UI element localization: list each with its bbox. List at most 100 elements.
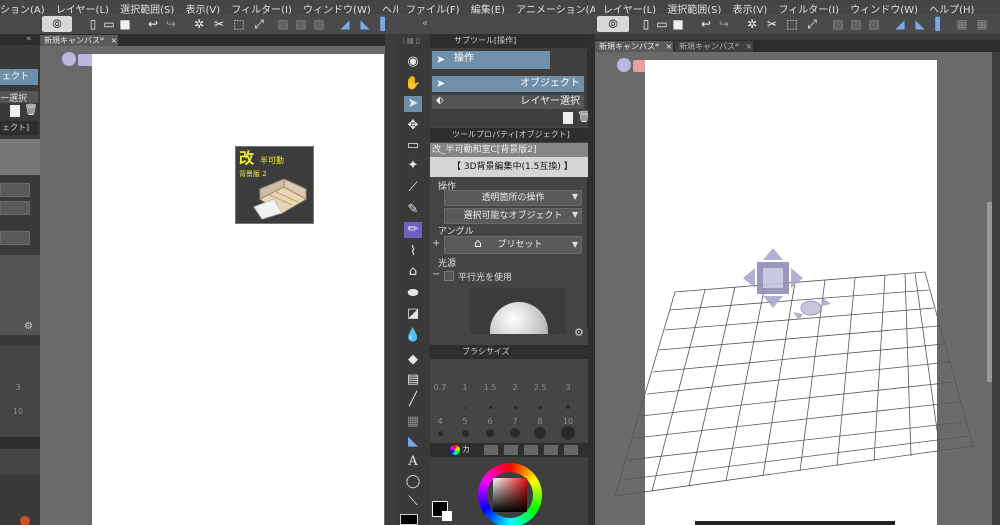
menu-selection[interactable]: 選択範囲(S): [116, 0, 178, 14]
undo-icon[interactable]: ↩: [146, 17, 160, 31]
parallel-light-checkbox[interactable]: [444, 271, 454, 281]
side-wrench-icon[interactable]: ⚙: [24, 321, 38, 333]
eraser-tool-icon[interactable]: ◪: [404, 306, 422, 322]
size-10[interactable]: 10: [558, 417, 578, 426]
extra-icon-right-1[interactable]: ▦: [955, 17, 969, 31]
camera-rotate-icon[interactable]: [62, 52, 76, 66]
spinner-icon[interactable]: ✲: [192, 17, 206, 31]
ruler-snap-icon-right[interactable]: ◢: [893, 17, 907, 31]
left-paper[interactable]: [92, 54, 384, 525]
scale-icon[interactable]: ⤢: [252, 17, 266, 31]
gradient-tool-icon[interactable]: ▤: [404, 372, 422, 388]
main-color-swatch[interactable]: [400, 514, 418, 525]
open-folder-icon-right[interactable]: ▭: [655, 17, 669, 31]
airbrush-tool-icon[interactable]: ⌂: [404, 264, 422, 280]
grid-snap-icon[interactable]: ▌: [378, 17, 392, 31]
size-2[interactable]: 2: [505, 383, 525, 392]
pattern-icon-right-1[interactable]: ▨: [831, 17, 845, 31]
menu-help[interactable]: ヘルプ: [378, 0, 398, 14]
menu-help-right[interactable]: ヘルプ(H): [925, 0, 978, 14]
eyedropper-tool-icon[interactable]: ⟋: [404, 180, 422, 196]
menu-view-right[interactable]: 表示(V): [729, 0, 772, 14]
scale-icon-right[interactable]: ⤢: [805, 17, 819, 31]
menu-window-right[interactable]: ウィンドウ(W): [846, 0, 922, 14]
brush-tool-icon[interactable]: ⌇: [404, 244, 422, 260]
new-subtool-icon[interactable]: [563, 112, 573, 124]
operation-tab[interactable]: 操作: [432, 51, 550, 69]
grid-snap-icon-right[interactable]: ▌: [933, 17, 947, 31]
size-2-5[interactable]: 2.5: [530, 383, 550, 392]
subtool-object[interactable]: オブジェクト: [432, 76, 584, 92]
menu-view[interactable]: 表示(V): [181, 0, 224, 14]
save-icon[interactable]: ■: [118, 17, 132, 31]
size-4[interactable]: 4: [430, 417, 450, 426]
save-icon-right[interactable]: ■: [671, 17, 685, 31]
extra-icon-right-2[interactable]: ▦: [975, 17, 989, 31]
side-new-icon[interactable]: [10, 105, 20, 117]
open-folder-icon[interactable]: ▭: [102, 17, 116, 31]
middle-collapse-arrow[interactable]: «: [422, 18, 428, 29]
side-item-object[interactable]: ェクト: [0, 69, 38, 85]
color-intermediate-tab-icon[interactable]: [544, 445, 558, 455]
light-collapse-icon[interactable]: −: [432, 269, 440, 280]
menu-layer[interactable]: レイヤー(L): [52, 0, 113, 14]
pattern-icon-3[interactable]: ▨: [312, 17, 326, 31]
doc-tab-left[interactable]: 新規キャンバス* ×: [40, 35, 118, 46]
pattern-icon-right-2[interactable]: ▨: [849, 17, 863, 31]
fill-tool-icon[interactable]: ◆: [404, 352, 422, 368]
close-tab-icon-right-2[interactable]: ×: [746, 42, 753, 51]
blend-tool-icon[interactable]: 💧: [404, 328, 422, 344]
frame-tool-icon[interactable]: ▦: [404, 414, 422, 430]
left-collapse-arrow[interactable]: «: [26, 34, 36, 44]
background-color-swatch[interactable]: [442, 511, 452, 521]
operation-tool-icon[interactable]: ➤: [404, 96, 422, 112]
menu-animation-mid[interactable]: アニメーション(A): [512, 0, 595, 14]
pattern-icon-1[interactable]: ▨: [276, 17, 290, 31]
ruler-tool-icon[interactable]: ◣: [404, 434, 422, 450]
preset-dropdown[interactable]: プリセット: [444, 236, 582, 254]
size-6[interactable]: 6: [480, 417, 500, 426]
cut-icon[interactable]: ✂: [212, 17, 226, 31]
color-set-tab-icon[interactable]: [484, 445, 498, 455]
correction-tool-icon[interactable]: ⟍: [404, 494, 422, 510]
zoom-tool-icon[interactable]: ◉: [404, 54, 422, 70]
side-dropdown-2[interactable]: [0, 201, 30, 215]
ruler-snap-icon[interactable]: ◢: [338, 17, 352, 31]
side-trash-icon[interactable]: 🗑: [24, 103, 38, 117]
menu-file[interactable]: ファイル(F): [398, 0, 464, 14]
menu-window[interactable]: ウィンドウ(W): [299, 0, 375, 14]
lasso-tool-icon[interactable]: ✦: [404, 158, 422, 174]
figure-tool-icon[interactable]: ╱: [404, 392, 422, 408]
pencil-tool-icon[interactable]: ✏: [404, 222, 422, 238]
side-dropdown-3[interactable]: [0, 231, 30, 245]
close-tab-icon-right-1[interactable]: ×: [666, 42, 673, 51]
size-3[interactable]: 3: [558, 383, 578, 392]
redo-icon-right[interactable]: ↪: [717, 17, 731, 31]
move-layer-tool-icon[interactable]: ✥: [404, 118, 422, 134]
side-size-3[interactable]: 3: [8, 383, 28, 392]
color-approx-tab-icon[interactable]: [564, 445, 578, 455]
transform-icon-right[interactable]: ⬚: [785, 17, 799, 31]
selection-tool-icon[interactable]: ▭: [404, 138, 422, 154]
redo-icon[interactable]: ↪: [164, 17, 178, 31]
menu-filter[interactable]: フィルター(I): [227, 0, 296, 14]
size-7[interactable]: 7: [505, 417, 525, 426]
doc-tab-right-2[interactable]: 新規キャンバス* ×: [675, 41, 753, 52]
size-1[interactable]: 1: [455, 383, 475, 392]
menu-selection-right[interactable]: 選択範囲(S): [663, 0, 725, 14]
operation-target-dropdown[interactable]: 透明箇所の操作: [444, 190, 582, 206]
angle-expand-icon[interactable]: +: [432, 238, 440, 249]
close-tab-icon[interactable]: ×: [111, 36, 118, 45]
right-canvas-area[interactable]: [595, 52, 992, 525]
decoration-tool-icon[interactable]: ⬬: [404, 286, 422, 302]
special-ruler-icon-right[interactable]: ◣: [913, 17, 927, 31]
text-tool-icon[interactable]: A: [404, 454, 422, 470]
new-file-icon-right[interactable]: ▯: [639, 17, 653, 31]
color-wheel-tab-icon[interactable]: [450, 445, 460, 455]
size-0-7[interactable]: 0.7: [430, 383, 450, 392]
hand-tool-icon[interactable]: ✋: [404, 76, 422, 92]
right-scrollbar[interactable]: [987, 202, 992, 382]
3d-manipulator[interactable]: [743, 248, 833, 328]
pen-tool-icon[interactable]: ✎: [404, 202, 422, 218]
left-canvas-area[interactable]: 改 半可動 背景版 2: [40, 46, 385, 525]
